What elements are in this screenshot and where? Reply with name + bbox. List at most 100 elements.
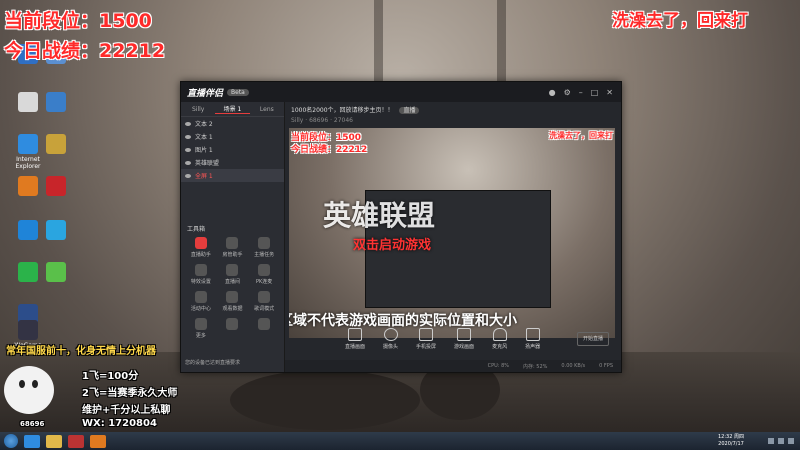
scene-item-selected[interactable]: 全屏 1 xyxy=(181,169,284,182)
promo-uid: 68696 xyxy=(20,420,45,428)
status-overlay: 洗澡去了，回来打 xyxy=(612,11,748,31)
promo-line-2: 1飞=100分 xyxy=(82,371,139,382)
scene-item[interactable]: 图片 1 xyxy=(181,143,284,156)
tool-item[interactable] xyxy=(217,318,249,339)
promo-line-3: 2飞=当赛季永久大师 xyxy=(82,388,178,399)
system-clock[interactable]: 12:32 周四 2020/7/17 xyxy=(718,434,744,448)
tool-icon xyxy=(194,318,207,330)
game-capture-button[interactable]: 游戏画面 xyxy=(454,328,474,350)
taskbar-ie-icon[interactable] xyxy=(24,434,40,448)
tool-item[interactable]: 直播助手 xyxy=(185,237,217,258)
start-button[interactable] xyxy=(4,434,18,448)
tool-icon xyxy=(226,264,239,276)
tool-item[interactable]: 直播间 xyxy=(217,264,249,285)
room-title[interactable]: 1000名2000个，回放请移步主页！！ xyxy=(291,107,394,114)
stream-preview[interactable]: 当前段位：1500 今日战绩：22212 洗澡去了，回来打 英雄联盟 双击启动游… xyxy=(289,128,615,338)
tool-icon xyxy=(194,237,207,249)
taskbar-live-icon[interactable] xyxy=(90,434,106,448)
tool-icon xyxy=(226,291,239,303)
app-icon xyxy=(46,92,66,112)
score-overlay: 今日战绩：22212 xyxy=(4,40,166,62)
promo-line-5: WX: 1720804 xyxy=(82,418,157,429)
start-live-button[interactable]: 开始直播 xyxy=(577,332,609,346)
desktop-icon[interactable] xyxy=(34,176,78,198)
app-icon xyxy=(46,134,66,154)
microphone-button[interactable]: 麦克风 xyxy=(492,328,507,350)
game-icon xyxy=(46,176,66,196)
live-companion-window[interactable]: 直播伴侣 Beta ● ⚙ – □ ✕ Silly 场景 1 Lens 文本 2… xyxy=(180,81,622,373)
preview-hint-area: 此提示区域不代表游戏画面的实际位置和大小 xyxy=(289,313,517,329)
close-icon[interactable]: ✕ xyxy=(606,88,613,97)
wegame-icon xyxy=(18,320,38,340)
eye-icon[interactable] xyxy=(185,173,191,178)
desktop-icon[interactable] xyxy=(34,92,78,114)
preview-status: 洗澡去了，回来打 xyxy=(549,131,613,140)
scene-item[interactable]: 英雄联盟 xyxy=(181,156,284,169)
preview-game-title: 英雄联盟 xyxy=(323,199,436,232)
rank-overlay: 当前段位：1500 xyxy=(4,10,152,32)
tool-icon xyxy=(226,237,239,249)
tool-icon xyxy=(258,264,271,276)
settings-icon[interactable]: ⚙ xyxy=(564,88,571,97)
tool-icon xyxy=(194,291,207,303)
pigeon-left xyxy=(230,370,420,430)
desktop-icon[interactable] xyxy=(34,134,78,156)
tool-icon xyxy=(258,318,271,330)
taskbar-app-icon[interactable] xyxy=(68,434,84,448)
speaker-button[interactable]: 扬声器 xyxy=(525,328,540,350)
eye-icon[interactable] xyxy=(185,160,191,165)
tool-item[interactable]: 更多 xyxy=(185,318,217,339)
promo-line-4: 维护+千分以上私聊 xyxy=(82,405,171,416)
tool-icon xyxy=(194,264,207,276)
tool-icon xyxy=(258,291,271,303)
camera-button[interactable]: 摄像头 xyxy=(383,328,398,350)
tool-item[interactable]: PK连麦 xyxy=(248,264,280,285)
tab-scene-1[interactable]: 场景 1 xyxy=(215,104,250,114)
eye-icon[interactable] xyxy=(185,134,191,139)
phone-cast-button[interactable]: 手机投屏 xyxy=(416,328,436,350)
scene-tabs: Silly 场景 1 Lens xyxy=(181,102,284,117)
minimize-icon[interactable]: – xyxy=(579,88,583,97)
desktop-icon[interactable] xyxy=(34,262,78,284)
left-panel: Silly 场景 1 Lens 文本 2 文本 1 图片 1 英雄联盟 全屏 1… xyxy=(181,102,285,372)
source-controls: 直播画面 摄像头 手机投屏 游戏画面 麦克风 扬声器 xyxy=(345,328,540,350)
main-area: 1000名2000个，回放请移步主页！！ 直播 Silly · 68696 · … xyxy=(285,102,621,372)
maximize-icon[interactable]: □ xyxy=(591,88,599,97)
device-notice: 您的设备已达到直播要求 xyxy=(185,360,241,366)
scene-item[interactable]: 文本 1 xyxy=(181,130,284,143)
tool-item[interactable]: 歌词模式 xyxy=(248,291,280,312)
tool-item[interactable] xyxy=(248,318,280,339)
status-bar: CPU: 8% 内存: 52% 0.00 KB/s 0 FPS xyxy=(285,360,621,372)
tool-icon xyxy=(226,318,239,330)
room-info: 1000名2000个，回放请移步主页！！ 直播 Silly · 68696 · … xyxy=(285,102,621,130)
title-bar[interactable]: 直播伴侣 Beta ● ⚙ – □ ✕ xyxy=(181,82,621,102)
system-tray[interactable] xyxy=(768,438,794,444)
tab-lens[interactable]: Lens xyxy=(250,106,284,113)
tab-silly[interactable]: Silly xyxy=(181,106,215,113)
room-tag[interactable]: 直播 xyxy=(399,107,420,114)
taskbar: 12:32 周四 2020/7/17 xyxy=(0,432,800,450)
avatar-icon[interactable]: ● xyxy=(549,88,556,97)
tool-item[interactable]: 房管助手 xyxy=(217,237,249,258)
tool-icon xyxy=(258,237,271,249)
tool-item[interactable]: 主播任务 xyxy=(248,237,280,258)
tool-item[interactable]: 活动中心 xyxy=(185,291,217,312)
preview-hint-launch[interactable]: 双击启动游戏 xyxy=(353,234,431,253)
app-icon xyxy=(46,220,66,240)
desktop-icon[interactable] xyxy=(34,220,78,242)
mascot-avatar xyxy=(4,366,54,414)
toolbox-grid: 直播助手 房管助手 主播任务特效设置 直播间 PK连麦活动中心 观看数据 歌词模式更多 xyxy=(181,237,284,339)
tool-item[interactable]: 观看数据 xyxy=(217,291,249,312)
eye-icon[interactable] xyxy=(185,147,191,152)
version-badge: Beta xyxy=(227,88,249,96)
app-icon xyxy=(46,262,66,282)
preview-score: 今日战绩：22212 xyxy=(291,145,368,155)
toolbox-title: 工具箱 xyxy=(187,226,206,233)
tool-item[interactable]: 特效设置 xyxy=(185,264,217,285)
room-subtitle: Silly · 68696 · 27046 xyxy=(291,117,353,124)
scene-item[interactable]: 文本 2 xyxy=(181,117,284,130)
eye-icon[interactable] xyxy=(185,121,191,126)
taskbar-folder-icon[interactable] xyxy=(46,434,62,448)
app-logo: 直播伴侣 xyxy=(187,88,224,99)
screen-capture-button[interactable]: 直播画面 xyxy=(345,328,365,350)
